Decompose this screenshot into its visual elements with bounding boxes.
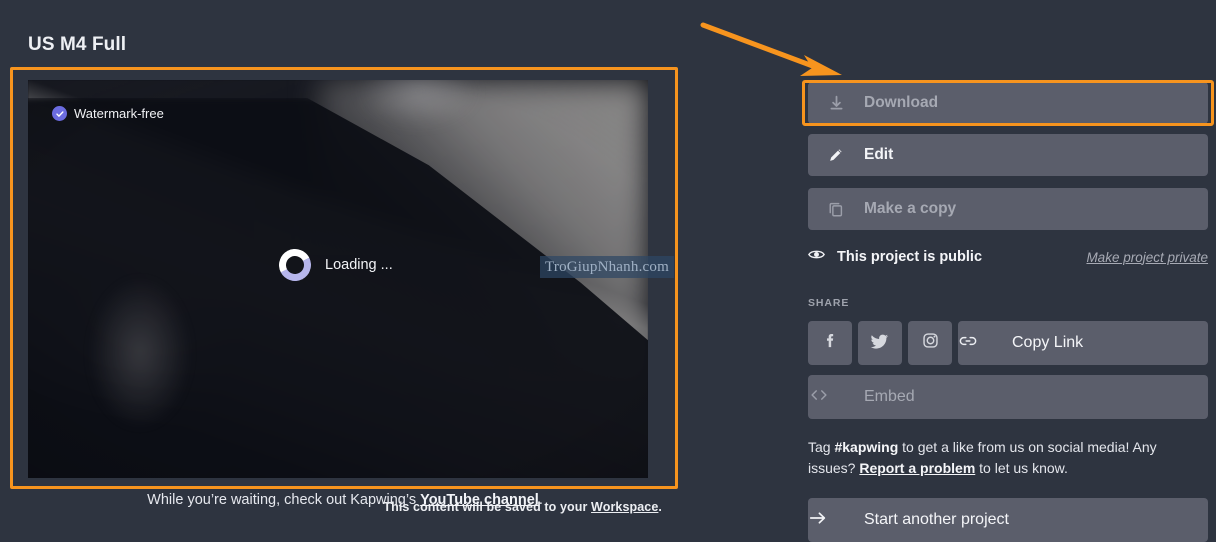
download-highlight-box [802, 80, 1214, 126]
start-another-project-label: Start another project [864, 511, 1009, 528]
waiting-caption-prefix: While you’re waiting, check out Kapwing’… [147, 492, 421, 508]
eye-icon [808, 248, 825, 266]
copy-link-button-label: Copy Link [1012, 334, 1084, 351]
make-project-private-link[interactable]: Make project private [1086, 250, 1208, 265]
share-section-label: SHARE [808, 297, 850, 309]
watermark-free-label: Watermark-free [74, 106, 164, 121]
make-a-copy-button[interactable]: Make a copy [808, 188, 1208, 230]
tag-note-part3: to let us know. [975, 460, 1068, 476]
site-watermark: TroGiupNhanh.com [540, 256, 674, 278]
facebook-icon [821, 331, 840, 355]
share-instagram-button[interactable] [908, 321, 952, 365]
arrow-right-icon [808, 510, 864, 531]
copy-link-button[interactable]: Copy Link [958, 321, 1208, 365]
loading-indicator: Loading ... [274, 244, 393, 286]
check-circle-icon [52, 106, 67, 121]
make-a-copy-button-label: Make a copy [864, 200, 957, 217]
share-facebook-button[interactable] [808, 321, 852, 365]
visibility-row: This project is public Make project priv… [808, 247, 1208, 267]
loading-label: Loading ... [325, 257, 393, 273]
twitter-icon [870, 331, 890, 356]
tag-note: Tag #kapwing to get a like from us on so… [808, 437, 1200, 479]
code-brackets-icon [808, 388, 864, 407]
preview-column: US M4 Full Watermark-free Loading ... Tr… [0, 0, 690, 538]
actions-panel: Download Edit Make a copy This project i… [800, 0, 1216, 542]
page-title: US M4 Full [28, 34, 127, 55]
embed-button-label: Embed [864, 388, 915, 405]
instagram-icon [921, 331, 940, 355]
waiting-caption-suffix: . [538, 492, 543, 508]
share-twitter-button[interactable] [858, 321, 902, 365]
visibility-status: This project is public [837, 249, 983, 265]
edit-button-label: Edit [864, 146, 894, 163]
embed-button[interactable]: Embed [808, 375, 1208, 419]
report-a-problem-link[interactable]: Report a problem [859, 460, 975, 476]
edit-button[interactable]: Edit [808, 134, 1208, 176]
youtube-channel-link[interactable]: YouTube channel [420, 492, 539, 508]
waiting-caption: While you’re waiting, check out Kapwing’… [0, 492, 690, 508]
pencil-icon [808, 146, 864, 164]
kapwing-hashtag: #kapwing [834, 439, 899, 455]
copy-icon [808, 200, 864, 218]
start-another-project-button[interactable]: Start another project [808, 498, 1208, 542]
link-icon [958, 334, 1012, 353]
loading-spinner-icon [274, 244, 316, 286]
watermark-free-badge: Watermark-free [52, 106, 164, 121]
tag-note-part1: Tag [808, 439, 835, 455]
